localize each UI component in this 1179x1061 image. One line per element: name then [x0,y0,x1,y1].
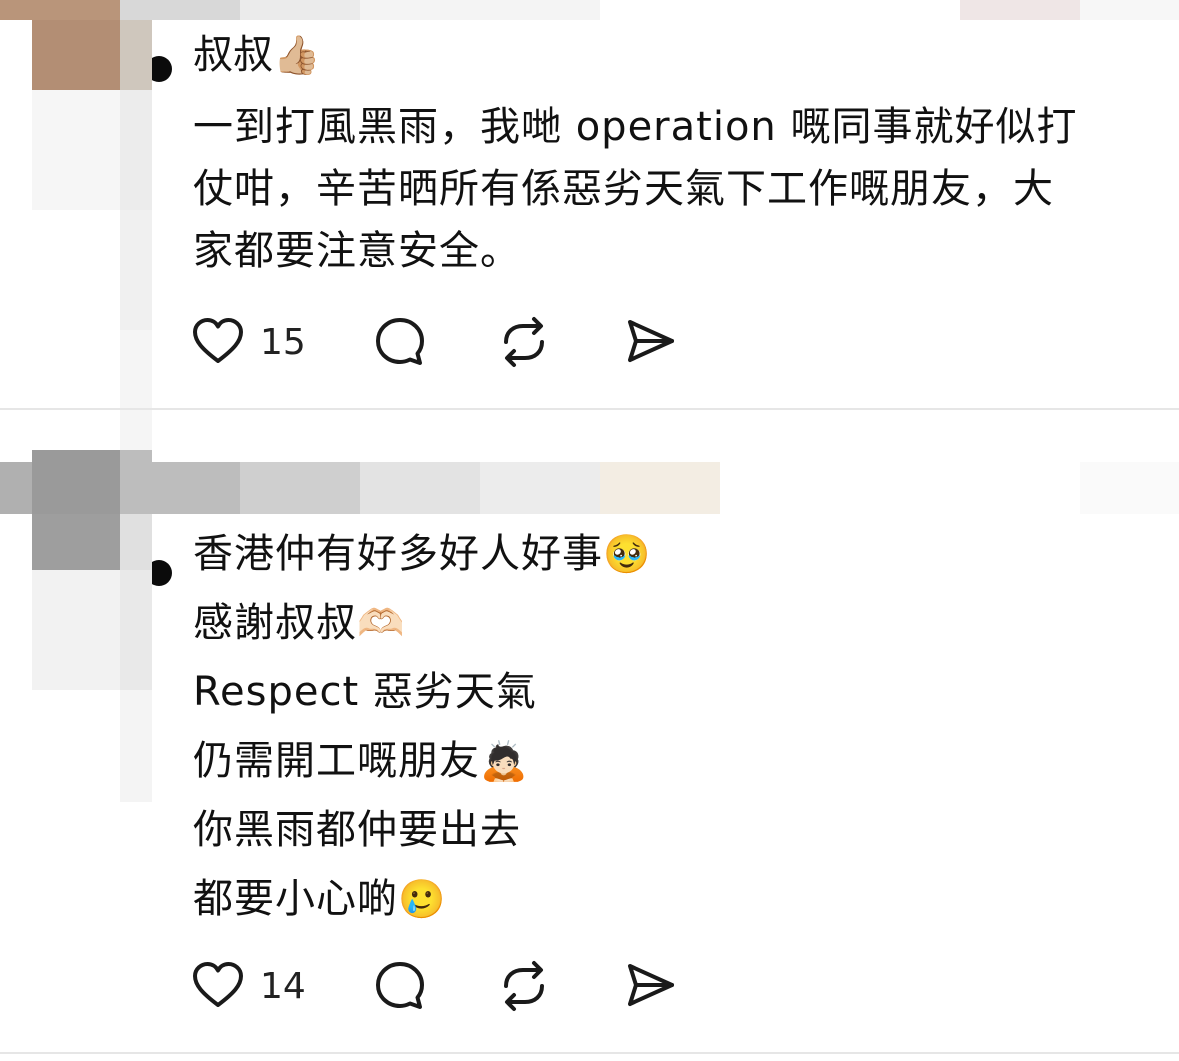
repost-button[interactable] [496,958,552,1014]
send-icon [628,964,674,1006]
repost-icon [504,961,544,1011]
divider [0,408,1179,410]
comment-line: 你黑雨都仲要出去 [193,807,521,853]
author-label[interactable]: 叔叔 [193,32,273,78]
comment-line: 都要小心啲🥲 [193,876,447,922]
reply-button[interactable] [372,314,428,370]
like-button[interactable]: 15 [190,314,306,370]
pleading-face-emoji: 🥹 [603,532,652,576]
repost-icon [504,317,544,367]
bowing-person-emoji: 🙇🏻 [480,739,529,783]
share-button[interactable] [622,958,678,1014]
comment-text: 香港仲有好多好人好事🥹 感謝叔叔🫶🏻 Respect 惡劣天氣 仍需開工嘅朋友🙇… [193,520,651,934]
like-button[interactable]: 14 [190,958,306,1014]
share-button[interactable] [622,314,678,370]
smiling-face-with-tear-emoji: 🥲 [398,877,447,921]
comment-line: 香港仲有好多好人好事🥹 [193,531,652,577]
like-count: 14 [260,965,306,1007]
like-count: 15 [260,321,306,363]
repost-button[interactable] [496,314,552,370]
heart-icon [193,962,243,1007]
heart-icon [193,318,243,363]
comment-line: 仍需開工嘅朋友🙇🏻 [193,738,529,784]
comment-text: 一到打風黑雨，我哋 operation 嘅同事就好似打 仗咁，辛苦晒所有係惡劣天… [193,104,1078,274]
comment-post: 叔叔👍🏼 一到打風黑雨，我哋 operation 嘅同事就好似打 仗咁，辛苦晒所… [0,0,1179,410]
comment-bubble-icon [376,962,424,1009]
comment-post: 香港仲有好多好人好事🥹 感謝叔叔🫶🏻 Respect 惡劣天氣 仍需開工嘅朋友🙇… [0,514,1179,1061]
comment-line: 感謝叔叔🫶🏻 [193,600,406,646]
thumbs-up-emoji: 👍🏼 [273,33,321,77]
reply-button[interactable] [372,958,428,1014]
divider [0,1052,1179,1054]
author-name[interactable]: 叔叔👍🏼 [193,24,320,86]
comment-line: Respect 惡劣天氣 [193,669,537,715]
heart-hands-emoji: 🫶🏻 [357,601,406,645]
send-icon [628,320,674,362]
comment-bubble-icon [376,318,424,365]
